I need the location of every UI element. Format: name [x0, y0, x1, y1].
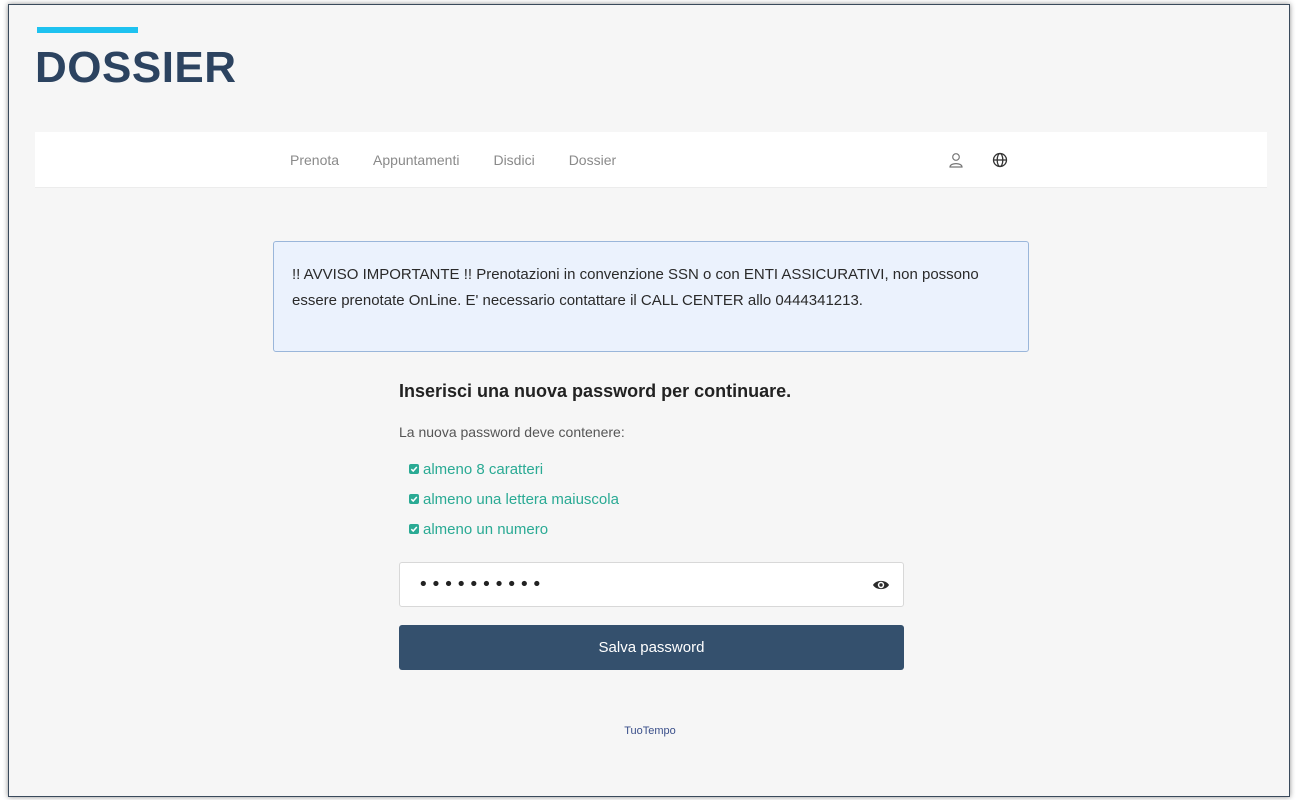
rule-min-length: almeno 8 caratteri — [409, 454, 904, 484]
password-input[interactable] — [400, 563, 903, 606]
check-icon — [409, 464, 419, 474]
rule-number: almeno un numero — [409, 514, 904, 544]
rule-label: almeno una lettera maiuscola — [423, 490, 619, 508]
check-icon — [409, 494, 419, 504]
check-icon — [409, 524, 419, 534]
new-password-form: Inserisci una nuova password per continu… — [399, 381, 904, 670]
nav-link-appuntamenti[interactable]: Appuntamenti — [373, 152, 459, 168]
eye-icon[interactable] — [871, 576, 891, 594]
nav-link-prenota[interactable]: Prenota — [290, 152, 339, 168]
user-icon[interactable] — [947, 151, 965, 169]
brand-accent-bar — [37, 27, 138, 33]
rule-label: almeno un numero — [423, 520, 549, 538]
save-password-button[interactable]: Salva password — [399, 625, 904, 670]
footer-tuotempo-link[interactable]: TuoTempo — [9, 725, 1291, 737]
app-window: DOSSIER Prenota Appuntamenti Disdici Dos… — [8, 4, 1290, 797]
form-title: Inserisci una nuova password per continu… — [399, 381, 792, 401]
nav-icons — [947, 132, 1009, 188]
nav-link-disdici[interactable]: Disdici — [493, 152, 534, 168]
rule-label: almeno 8 caratteri — [423, 460, 544, 478]
nav-links: Prenota Appuntamenti Disdici Dossier — [290, 132, 616, 188]
nav-link-dossier[interactable]: Dossier — [569, 152, 616, 168]
top-navbar: Prenota Appuntamenti Disdici Dossier — [35, 132, 1267, 188]
brand-title: DOSSIER — [35, 43, 237, 92]
rule-uppercase: almeno una lettera maiuscola — [409, 484, 904, 514]
form-subtitle: La nuova password deve contenere: — [399, 424, 625, 440]
important-notice: !! AVVISO IMPORTANTE !! Prenotazioni in … — [273, 241, 1029, 352]
password-field-wrapper — [399, 562, 904, 607]
globe-icon[interactable] — [991, 151, 1009, 169]
